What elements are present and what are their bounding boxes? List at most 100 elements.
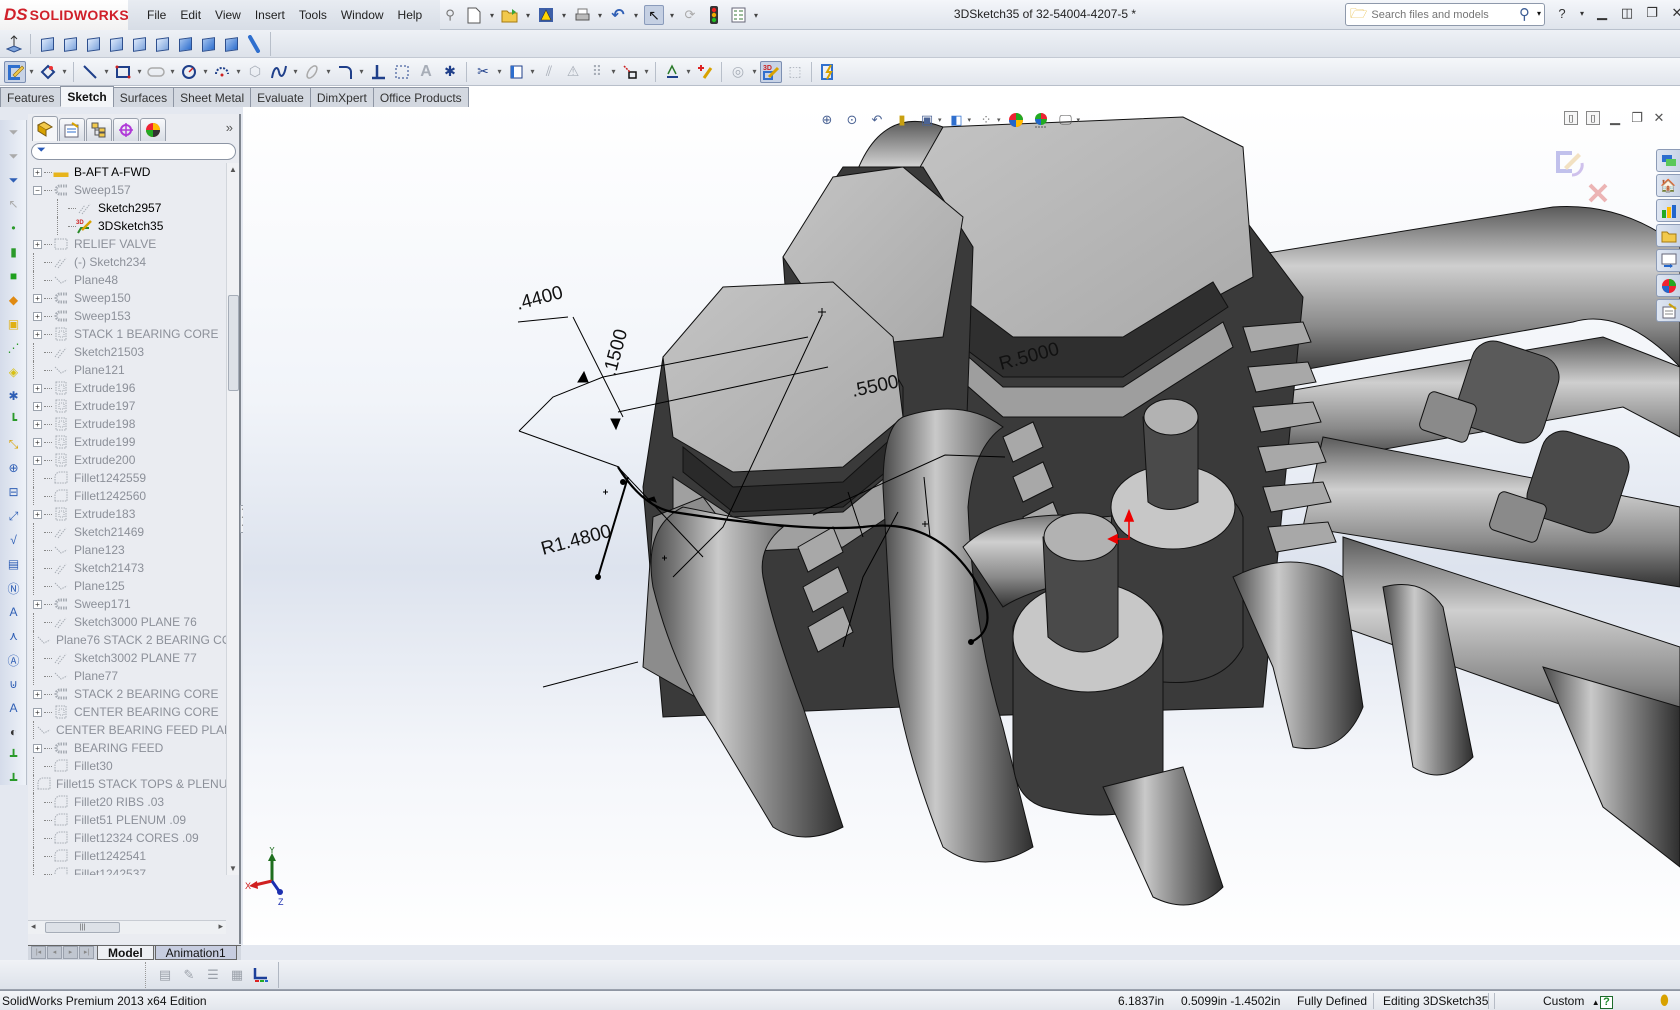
dropdown-icon[interactable]: ▾ — [685, 67, 692, 76]
expand-icon[interactable]: + — [33, 743, 42, 753]
filter-edges-icon[interactable]: ▮ — [0, 240, 27, 264]
dropdown-icon[interactable]: ▾ — [643, 67, 650, 76]
options-icon[interactable] — [728, 5, 748, 25]
print-icon[interactable] — [572, 5, 592, 25]
help-dropdown-icon[interactable]: ▾ — [1578, 4, 1586, 22]
help-icon[interactable]: ? — [1553, 4, 1571, 22]
expand-icon[interactable]: + — [33, 383, 42, 393]
filter-midpoints-icon[interactable]: ⤡ — [0, 432, 27, 456]
unit-system-selector[interactable]: Custom ▲ — [1543, 994, 1600, 1008]
scroll-right-icon[interactable]: ▸ — [218, 921, 223, 932]
tree-item[interactable]: Plane123 — [28, 541, 226, 559]
tree-item[interactable]: + STACK 2 BEARING CORE — [28, 685, 226, 703]
filter-solid-bodies-icon[interactable]: ▣ — [0, 312, 27, 336]
undo-dropdown-icon[interactable]: ▾ — [632, 11, 640, 20]
move-entities-icon[interactable] — [619, 61, 641, 83]
tree-item[interactable]: + Extrude198 — [28, 415, 226, 433]
tree-item[interactable]: + Extrude199 — [28, 433, 226, 451]
tree-item[interactable]: + ▬ B-AFT A-FWD — [28, 163, 226, 181]
undo-icon[interactable]: ↶ — [608, 5, 628, 25]
dropdown-icon[interactable]: ▾ — [938, 116, 942, 124]
view-settings-icon[interactable]: 🖵 — [1056, 110, 1076, 130]
hide-show-items-icon[interactable]: ⁘ — [976, 110, 996, 130]
tree-item[interactable]: Fillet20 RIBS .03 — [28, 793, 226, 811]
tree-item[interactable]: + BEARING FEED — [28, 739, 226, 757]
appearances-icon[interactable] — [1656, 274, 1680, 297]
isometric-view-icon[interactable] — [175, 34, 195, 54]
viewport-minimize-button[interactable]: ▁ — [1608, 110, 1622, 125]
tree-item[interactable]: Plane76 STACK 2 BEARING CORE — [28, 631, 226, 649]
filter-center-of-mass-icon[interactable]: ◐ — [0, 720, 27, 744]
first-tab-icon[interactable]: |◂ — [31, 946, 46, 959]
zoom-to-fit-icon[interactable]: ⊕ — [817, 110, 837, 130]
construction-geometry-icon[interactable] — [391, 61, 413, 83]
custom-properties-icon[interactable] — [1656, 299, 1680, 322]
search-dropdown-icon[interactable]: ▾ — [1537, 9, 1541, 18]
filter-cosmetic-threads-icon[interactable]: ⊍ — [0, 672, 27, 696]
tree-item[interactable]: Fillet1242560 — [28, 487, 226, 505]
filter-weld-symbols-icon[interactable]: ⋏ — [0, 624, 27, 648]
point-icon[interactable]: ✱ — [439, 61, 461, 83]
menu-edit[interactable]: Edit — [173, 8, 208, 22]
toggle-filter-icon[interactable]: ⏷ — [0, 120, 27, 144]
save-icon[interactable] — [536, 5, 556, 25]
arc-icon[interactable] — [211, 61, 233, 83]
graphics-area[interactable]: .4400 R.5000 .5500 R1.4800 .1500 ⊕ ⊙ ↶ ▮… — [243, 107, 1680, 945]
menu-help[interactable]: Help — [391, 8, 430, 22]
zoom-to-area-icon[interactable]: ⊙ — [842, 110, 862, 130]
traffic-light-icon[interactable] — [704, 5, 724, 25]
display-style-icon[interactable]: ◧ — [947, 110, 967, 130]
tag-icon[interactable]: ⬮ — [1660, 992, 1669, 1009]
tree-item[interactable]: + STACK 1 BEARING CORE — [28, 325, 226, 343]
tree-item[interactable]: Fillet12324 CORES .09 — [28, 829, 226, 847]
tree-item[interactable]: + Sweep153 — [28, 307, 226, 325]
tree-item[interactable]: Sketch21469 — [28, 523, 226, 541]
view-orientation-icon[interactable]: ▣ — [917, 110, 937, 130]
dropdown-icon[interactable]: ▾ — [968, 116, 972, 124]
filter-planes-icon[interactable]: ◈ — [0, 360, 27, 384]
slot-icon[interactable] — [145, 61, 167, 83]
tree-item[interactable]: Sketch2957 — [28, 199, 226, 217]
model-view[interactable]: .4400 R.5000 .5500 R1.4800 .1500 — [243, 107, 1680, 945]
file-explorer-icon[interactable] — [1656, 224, 1680, 247]
view-selector-icon[interactable] — [244, 34, 264, 54]
tree-item[interactable]: Fillet1242541 — [28, 847, 226, 865]
tab-evaluate[interactable]: Evaluate — [250, 87, 311, 107]
tree-item[interactable]: (-) Sketch234 — [28, 253, 226, 271]
collapse-icon[interactable]: − — [33, 185, 42, 195]
filter-center-marks-icon[interactable]: ⊕ — [0, 456, 27, 480]
scroll-thumb[interactable] — [228, 295, 239, 391]
filter-surface-finish-icon[interactable]: √ — [0, 528, 27, 552]
tree-item[interactable]: + RELIEF VALVE — [28, 235, 226, 253]
expand-panel-icon[interactable]: » — [226, 120, 233, 135]
search-box[interactable]: 🗁 ⚲ ▾ — [1345, 3, 1545, 26]
tree-item[interactable]: + Extrude183 — [28, 505, 226, 523]
color-display-mode-icon[interactable] — [252, 966, 270, 984]
configuration-manager-tab[interactable] — [86, 118, 112, 141]
sketch-repair-icon[interactable] — [817, 61, 839, 83]
edit-appearance-icon[interactable] — [1006, 110, 1026, 130]
viewport-close-button[interactable]: ✕ — [1652, 110, 1666, 125]
dropdown-icon[interactable]: ▾ — [136, 67, 143, 76]
dropdown-icon[interactable]: ▾ — [169, 67, 176, 76]
solidworks-resources-icon[interactable] — [1656, 149, 1680, 172]
trim-entities-icon[interactable]: ✂ — [472, 61, 494, 83]
select-dropdown-icon[interactable]: ▾ — [668, 11, 676, 20]
tree-item[interactable]: − Sweep157 — [28, 181, 226, 199]
expand-icon[interactable]: + — [33, 293, 42, 303]
expand-icon[interactable]: + — [33, 239, 42, 249]
filter-axes-icon[interactable]: ⋰ — [0, 336, 27, 360]
bottom-view-icon[interactable] — [152, 34, 172, 54]
offset-entities-icon[interactable]: ⫽ — [538, 61, 560, 83]
dropdown-icon[interactable]: ▾ — [61, 67, 68, 76]
print-dropdown-icon[interactable]: ▾ — [596, 11, 604, 20]
3d-sketch-icon[interactable]: 3D — [760, 60, 782, 83]
search-input[interactable] — [1371, 8, 1512, 21]
filter-geometric-tolerances-icon[interactable]: ▤ — [0, 552, 27, 576]
open-dropdown-icon[interactable]: ▾ — [524, 11, 532, 20]
expand-icon[interactable]: + — [33, 599, 42, 609]
open-icon[interactable] — [500, 5, 520, 25]
tree-item[interactable]: Fillet51 PLENUM .09 — [28, 811, 226, 829]
tree-item[interactable]: + CENTER BEARING CORE — [28, 703, 226, 721]
menu-file[interactable]: File — [140, 8, 173, 22]
